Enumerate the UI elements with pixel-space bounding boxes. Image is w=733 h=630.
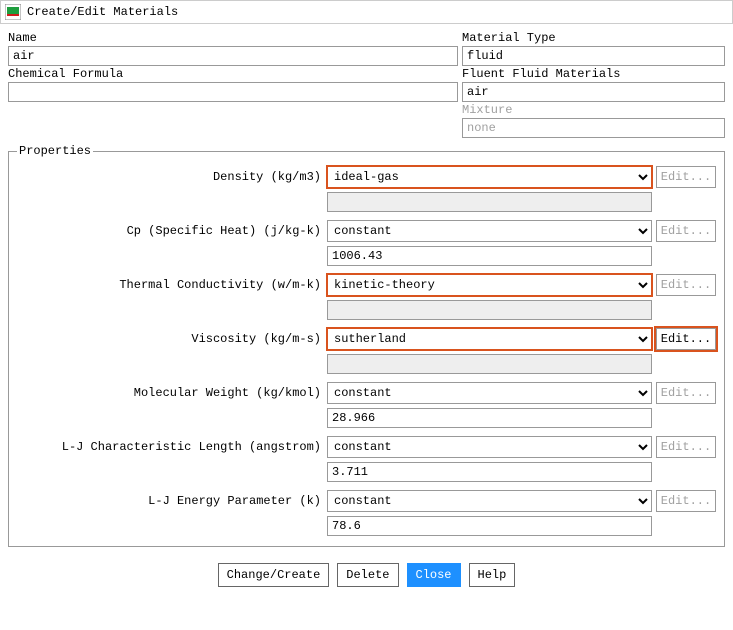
cp-label: Cp (Specific Heat) (j/kg-k): [17, 224, 327, 238]
molecular-weight-label: Molecular Weight (kg/kmol): [17, 386, 327, 400]
density-method-select[interactable]: ideal-gas: [327, 166, 652, 188]
app-icon: [5, 4, 21, 20]
viscosity-edit-button[interactable]: Edit...: [656, 328, 716, 350]
name-label: Name: [8, 30, 458, 46]
lj-length-edit-button[interactable]: Edit...: [656, 436, 716, 458]
density-label: Density (kg/m3): [17, 170, 327, 184]
footer-button-bar: Change/Create Delete Close Help: [8, 563, 725, 587]
molecular-weight-value-input[interactable]: [327, 408, 652, 428]
change-create-button[interactable]: Change/Create: [218, 563, 330, 587]
lj-energy-method-select[interactable]: constant: [327, 490, 652, 512]
thermal-conductivity-label: Thermal Conductivity (w/m-k): [17, 278, 327, 292]
help-button[interactable]: Help: [469, 563, 516, 587]
properties-fieldset: Properties Density (kg/m3) ideal-gas Edi…: [8, 144, 725, 547]
material-type-input[interactable]: [462, 46, 725, 66]
molecular-weight-method-select[interactable]: constant: [327, 382, 652, 404]
lj-energy-value-input[interactable]: [327, 516, 652, 536]
mixture-input: [462, 118, 725, 138]
density-edit-button[interactable]: Edit...: [656, 166, 716, 188]
cp-value-input[interactable]: [327, 246, 652, 266]
cp-method-select[interactable]: constant: [327, 220, 652, 242]
thermal-conductivity-method-select[interactable]: kinetic-theory: [327, 274, 652, 296]
fluent-materials-input[interactable]: [462, 82, 725, 102]
close-button[interactable]: Close: [407, 563, 461, 587]
chemical-formula-input[interactable]: [8, 82, 458, 102]
thermal-conductivity-edit-button[interactable]: Edit...: [656, 274, 716, 296]
density-value-input: [327, 192, 652, 212]
lj-energy-label: L-J Energy Parameter (k): [17, 494, 327, 508]
material-type-label: Material Type: [462, 30, 725, 46]
thermal-conductivity-value-input: [327, 300, 652, 320]
window-title: Create/Edit Materials: [27, 5, 178, 19]
name-input[interactable]: [8, 46, 458, 66]
mixture-label: Mixture: [462, 102, 725, 118]
properties-legend: Properties: [17, 144, 93, 158]
lj-energy-edit-button[interactable]: Edit...: [656, 490, 716, 512]
fluent-materials-label: Fluent Fluid Materials: [462, 66, 725, 82]
viscosity-value-input: [327, 354, 652, 374]
lj-length-method-select[interactable]: constant: [327, 436, 652, 458]
chemical-formula-label: Chemical Formula: [8, 66, 458, 82]
lj-length-value-input[interactable]: [327, 462, 652, 482]
molecular-weight-edit-button[interactable]: Edit...: [656, 382, 716, 404]
viscosity-method-select[interactable]: sutherland: [327, 328, 652, 350]
viscosity-label: Viscosity (kg/m-s): [17, 332, 327, 346]
delete-button[interactable]: Delete: [337, 563, 398, 587]
cp-edit-button[interactable]: Edit...: [656, 220, 716, 242]
lj-length-label: L-J Characteristic Length (angstrom): [17, 440, 327, 454]
titlebar: Create/Edit Materials: [0, 0, 733, 24]
